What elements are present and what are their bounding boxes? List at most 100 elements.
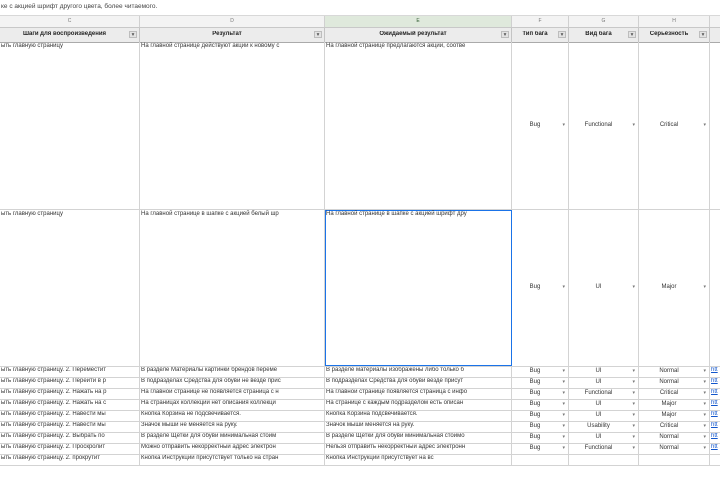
cell-steps[interactable]: ыть главную страницу. 2. Нажать на р [0,389,140,399]
chevron-down-icon[interactable]: ▾ [703,379,706,385]
cell-bug-type-dropdown[interactable]: Bug ▾ [512,422,569,432]
chevron-down-icon[interactable]: ▾ [632,401,635,407]
cell-result[interactable]: На главной странице не появляется страни… [140,389,325,399]
cell-steps[interactable]: ыть главную страницу [0,210,140,366]
chevron-down-icon[interactable]: ▾ [703,445,706,451]
cell-result[interactable]: Кнопка Корзина не подсвечивается. [140,411,325,421]
cell-link[interactable]: htt [710,367,720,377]
chevron-down-icon[interactable]: ▾ [562,379,565,385]
cell-severity-dropdown[interactable]: Normal ▾ [639,367,710,377]
cell-link[interactable] [710,42,720,209]
cell-bug-kind-dropdown[interactable]: Usability ▾ [569,422,639,432]
cell-result[interactable]: На главной странице действуют акции к но… [140,42,325,209]
cell-result[interactable]: В разделе Материалы картинки брендов пер… [140,367,325,377]
chevron-down-icon[interactable]: ▾ [562,284,565,290]
cell-bug-kind-dropdown[interactable]: UI ▾ [569,411,639,421]
filter-icon[interactable]: ▾ [699,31,707,38]
cell-expected-selected[interactable]: На главной странице в шапке с акцией шри… [325,210,512,366]
cell-link[interactable]: htt [710,411,720,421]
cell-bug-type-dropdown[interactable]: Bug ▾ [512,42,569,209]
cell-expected[interactable]: Нельзя отправить некорректный адрес элек… [325,444,512,454]
cell-bug-type-dropdown[interactable]: Bug ▾ [512,367,569,377]
cell-expected[interactable]: На главной странице предлагаются акции, … [325,42,512,209]
chevron-down-icon[interactable]: ▾ [703,368,706,374]
chevron-down-icon[interactable]: ▾ [632,284,635,290]
formula-bar[interactable]: ке с акцией шрифт другого цвета, более ч… [0,0,720,16]
cell-severity-dropdown[interactable]: Critical ▾ [639,422,710,432]
cell-link[interactable]: htt [710,422,720,432]
cell-result[interactable]: В подразделах Средства для обуви не везд… [140,378,325,388]
cell-link[interactable] [710,210,720,366]
cell-bug-type-dropdown[interactable]: Bug ▾ [512,400,569,410]
chevron-down-icon[interactable]: ▾ [632,445,635,451]
chevron-down-icon[interactable]: ▾ [632,368,635,374]
chevron-down-icon[interactable]: ▾ [632,390,635,396]
cell-result[interactable]: Кнопка Инструкции присутствует только на… [140,455,325,465]
cell-expected[interactable]: На странице с каждым подразделом есть оп… [325,400,512,410]
cell-bug-kind-dropdown[interactable]: UI ▾ [569,210,639,366]
cell-bug-kind-dropdown[interactable]: UI ▾ [569,367,639,377]
column-letter-c[interactable]: C [0,16,140,27]
cell-result[interactable]: В разделе Щетки для обуви минимальная ст… [140,433,325,443]
chevron-down-icon[interactable]: ▾ [562,445,565,451]
cell-steps[interactable]: ыть главную страницу. 2. Перейти в р [0,378,140,388]
chevron-down-icon[interactable]: ▾ [703,390,706,396]
chevron-down-icon[interactable]: ▾ [703,423,706,429]
filter-icon[interactable]: ▾ [314,31,322,38]
cell-bug-kind-dropdown[interactable]: Functional ▾ [569,42,639,209]
chevron-down-icon[interactable]: ▾ [562,368,565,374]
cell-expected[interactable]: На главной странице появляется страница … [325,389,512,399]
chevron-down-icon[interactable]: ▾ [562,434,565,440]
chevron-down-icon[interactable]: ▾ [703,412,706,418]
cell-expected[interactable]: В разделе материалы изображены либо толь… [325,367,512,377]
column-letter-h[interactable]: H [639,16,710,27]
cell-steps[interactable]: ыть главную страницу. 2. Проскролит [0,444,140,454]
cell-bug-type-dropdown[interactable]: Bug ▾ [512,411,569,421]
chevron-down-icon[interactable]: ▾ [703,401,706,407]
chevron-down-icon[interactable]: ▾ [703,284,706,290]
chevron-down-icon[interactable]: ▾ [703,122,706,128]
chevron-down-icon[interactable]: ▾ [632,412,635,418]
cell-steps[interactable]: ыть главную страницу. 2. Навести мы [0,422,140,432]
cell-result[interactable]: На страницах коллекций нет описания колл… [140,400,325,410]
cell-severity-dropdown[interactable]: Major ▾ [639,210,710,366]
cell-expected[interactable]: В подразделах Средства для обуви везде п… [325,378,512,388]
cell-steps[interactable]: ыть главную страницу. 2. Переместит [0,367,140,377]
cell-expected[interactable]: Кнопка Корзина подсвечивается. [325,411,512,421]
cell-severity-dropdown[interactable]: Major ▾ [639,400,710,410]
chevron-down-icon[interactable]: ▾ [562,423,565,429]
cell-bug-type-dropdown[interactable]: Bug ▾ [512,444,569,454]
cell-bug-kind-dropdown[interactable]: UI ▾ [569,433,639,443]
chevron-down-icon[interactable]: ▾ [632,434,635,440]
cell-result[interactable]: Можно отправить некорректный адрес элект… [140,444,325,454]
chevron-down-icon[interactable]: ▾ [703,434,706,440]
cell-bug-type-dropdown[interactable]: Bug ▾ [512,389,569,399]
cell-expected[interactable]: Значок мыши меняется на руку. [325,422,512,432]
column-letter-d[interactable]: D [140,16,325,27]
cell-steps[interactable]: ыть главную страницу. 2. прокрутит [0,455,140,465]
cell-bug-kind-dropdown[interactable]: UI ▾ [569,400,639,410]
chevron-down-icon[interactable]: ▾ [632,379,635,385]
cell-bug-type[interactable] [512,455,569,465]
cell-steps[interactable]: ыть главную страницу. 2. Навести мы [0,411,140,421]
cell-result[interactable]: Значок мыши не меняется на руку. [140,422,325,432]
column-letter-g[interactable]: G [569,16,639,27]
cell-severity[interactable] [639,455,710,465]
cell-link[interactable]: htt [710,400,720,410]
chevron-down-icon[interactable]: ▾ [562,122,565,128]
filter-icon[interactable]: ▾ [628,31,636,38]
cell-bug-type-dropdown[interactable]: Bug ▾ [512,433,569,443]
cell-link[interactable] [710,455,720,465]
cell-link[interactable]: htt [710,444,720,454]
column-letter-e[interactable]: E [325,16,512,27]
column-letter-f[interactable]: F [512,16,569,27]
cell-severity-dropdown[interactable]: Critical ▾ [639,389,710,399]
cell-bug-kind-dropdown[interactable]: Functional ▾ [569,389,639,399]
chevron-down-icon[interactable]: ▾ [562,412,565,418]
cell-bug-type-dropdown[interactable]: Bug ▾ [512,210,569,366]
cell-severity-dropdown[interactable]: Normal ▾ [639,378,710,388]
chevron-down-icon[interactable]: ▾ [562,401,565,407]
cell-link[interactable]: htt [710,433,720,443]
filter-icon[interactable]: ▾ [558,31,566,38]
cell-expected[interactable]: Кнопка Инструкции присутствует на вс [325,455,512,465]
